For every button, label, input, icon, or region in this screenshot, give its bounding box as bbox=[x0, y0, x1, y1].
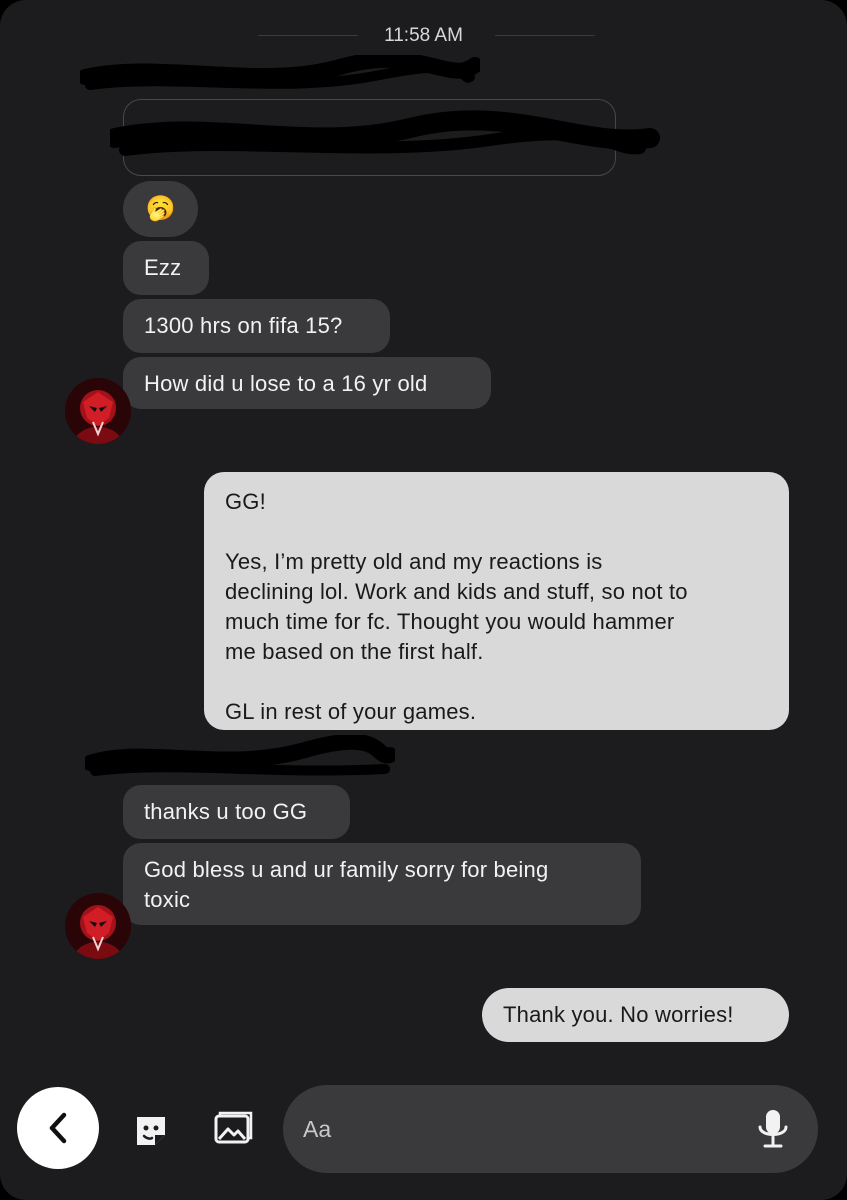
message-text: thanks u too GG bbox=[144, 799, 308, 824]
message-line: me based on the first half. bbox=[225, 639, 484, 664]
message-line: much time for fc. Thought you would hamm… bbox=[225, 609, 675, 634]
back-button[interactable] bbox=[17, 1087, 99, 1169]
message-text: How did u lose to a 16 yr old bbox=[144, 371, 428, 396]
message-1300-hrs: 1300 hrs on fifa 15? bbox=[123, 299, 390, 353]
message-line: toxic bbox=[144, 887, 191, 912]
gallery-button[interactable] bbox=[211, 1110, 255, 1150]
sticker-button[interactable] bbox=[131, 1111, 171, 1151]
message-god-bless: God bless u and ur family sorry for bein… bbox=[123, 843, 641, 925]
avatar-image bbox=[65, 893, 131, 959]
sent-message-no-worries: Thank you. No worries! bbox=[482, 988, 789, 1042]
message-paragraph: GL in rest of your games. bbox=[225, 699, 477, 724]
timestamp: 11:58 AM bbox=[384, 25, 463, 46]
chat-screen: 11:58 AM 🥱 Ezz 1300 hrs on fifa 15? How … bbox=[0, 0, 847, 1200]
message-thanks: thanks u too GG bbox=[123, 785, 350, 839]
gallery-icon bbox=[214, 1111, 253, 1144]
chevron-left-icon bbox=[49, 1112, 67, 1144]
microphone-icon bbox=[758, 1110, 788, 1148]
message-line: declining lol. Work and kids and stuff, … bbox=[225, 579, 688, 604]
message-text: Thank you. No worries! bbox=[503, 1002, 734, 1027]
voice-button[interactable] bbox=[753, 1107, 793, 1151]
redacted-sender-name bbox=[85, 735, 395, 776]
redacted-reply-text bbox=[110, 110, 660, 156]
message-input[interactable]: Aa bbox=[283, 1085, 818, 1173]
contact-avatar[interactable] bbox=[65, 378, 131, 444]
timestamp-row: 11:58 AM bbox=[0, 22, 847, 50]
message-emoji: 🥱 bbox=[123, 181, 198, 237]
message-lose-to-16yr: How did u lose to a 16 yr old bbox=[123, 357, 491, 409]
sent-message-gg: GG! Yes, I’m pretty old and my reactions… bbox=[204, 472, 789, 730]
message-paragraph: GG! bbox=[225, 489, 266, 514]
message-text: 1300 hrs on fifa 15? bbox=[144, 313, 343, 338]
message-line: God bless u and ur family sorry for bein… bbox=[144, 857, 549, 882]
message-ezz: Ezz bbox=[123, 241, 209, 295]
message-text: Ezz bbox=[144, 255, 182, 280]
sticker-icon bbox=[137, 1117, 165, 1145]
message-input-placeholder: Aa bbox=[303, 1116, 332, 1142]
contact-avatar[interactable] bbox=[65, 893, 131, 959]
avatar-image bbox=[65, 378, 131, 444]
message-line: Yes, I’m pretty old and my reactions is bbox=[225, 549, 603, 574]
redacted-sender-name bbox=[80, 55, 480, 90]
